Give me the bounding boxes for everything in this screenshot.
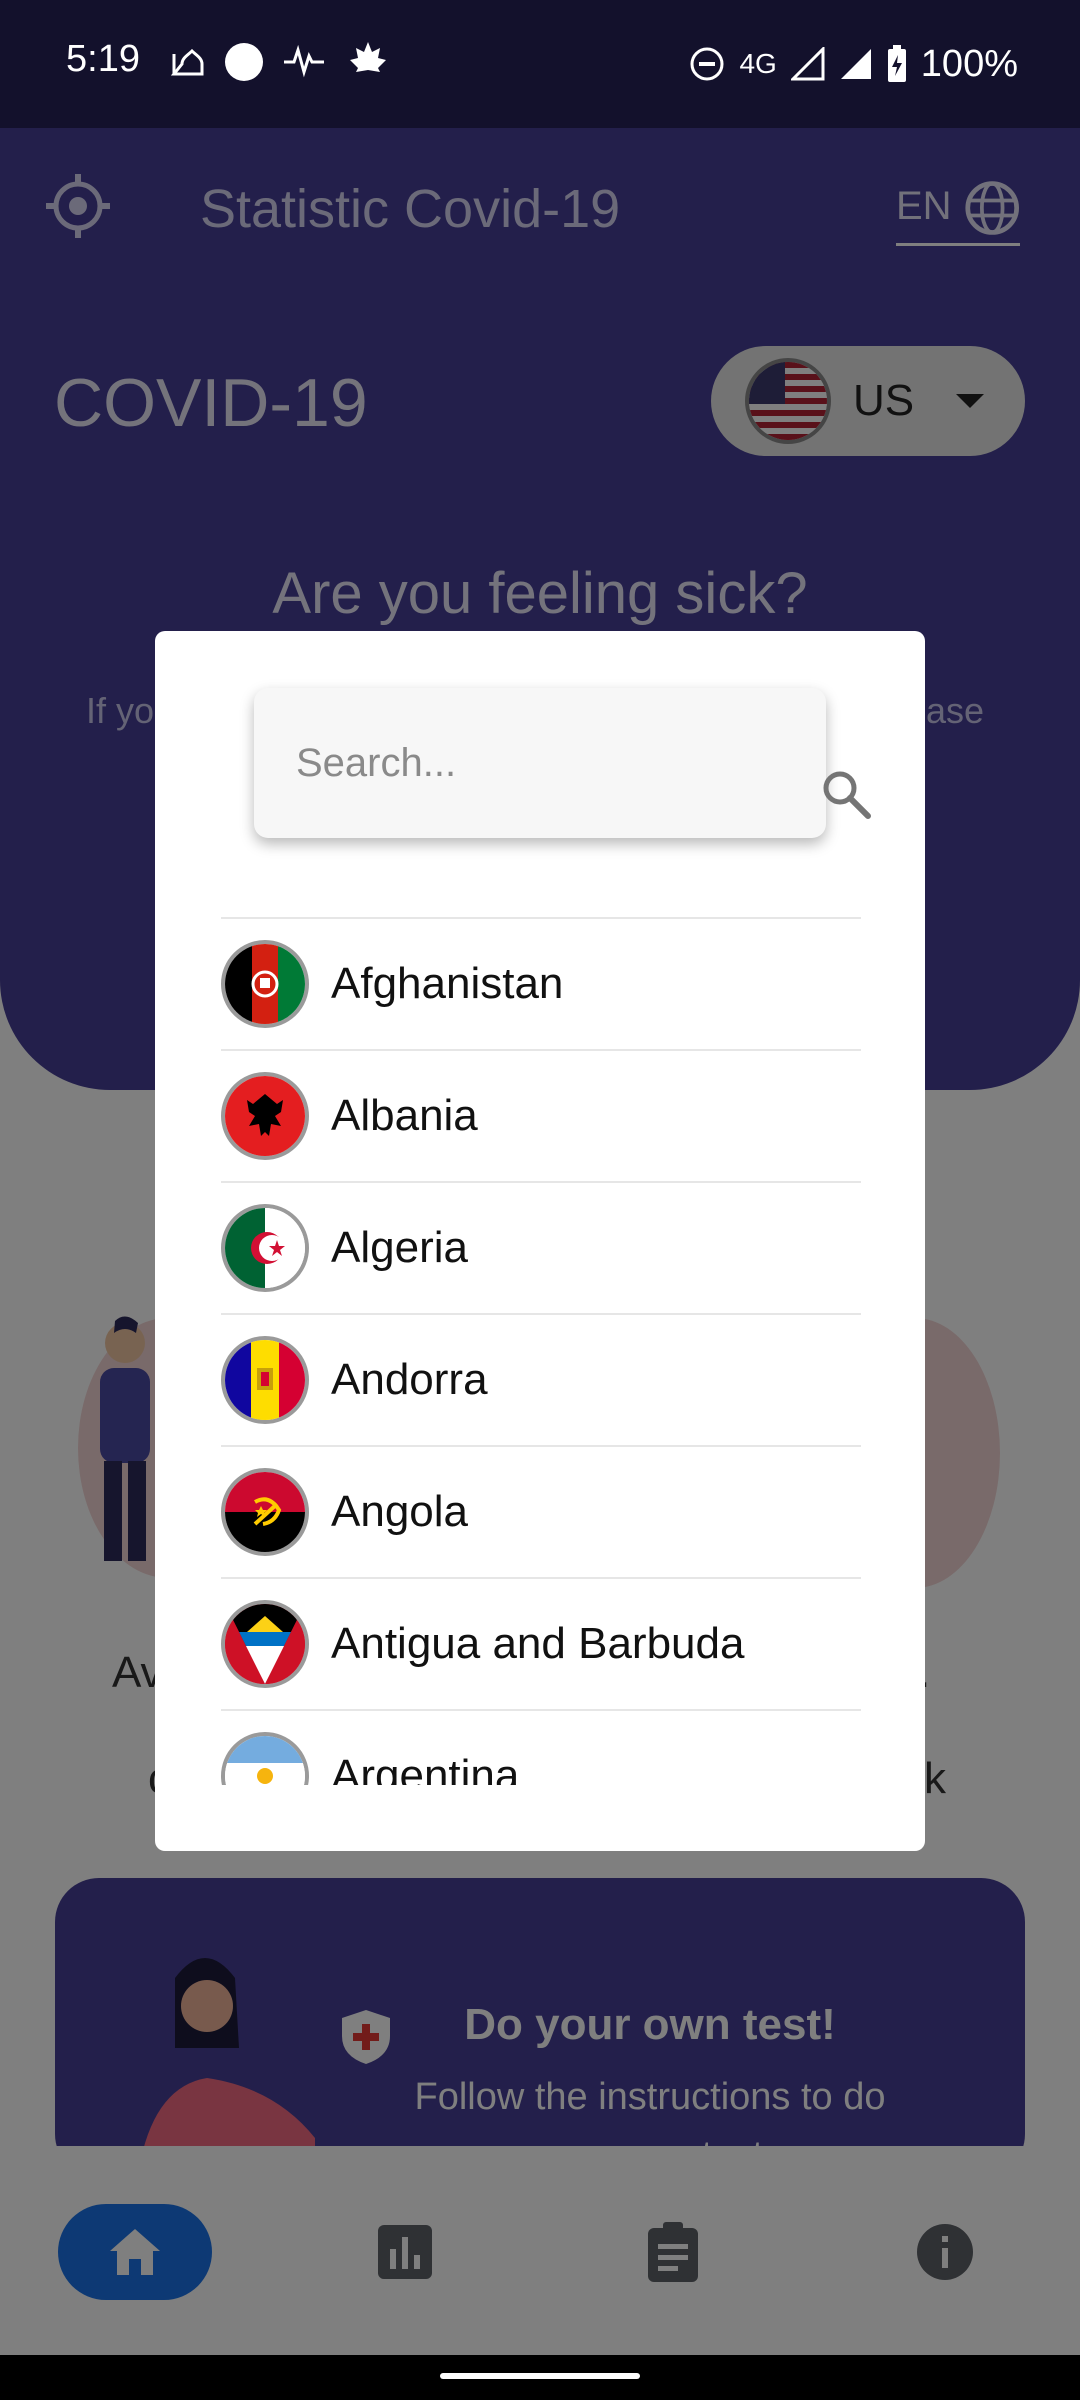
search-box[interactable]: [254, 688, 871, 838]
country-name: Antigua and Barbuda: [331, 1619, 745, 1668]
country-name: Andorra: [331, 1355, 488, 1404]
afghanistan-flag-icon: [221, 940, 309, 1028]
country-picker-dialog: Afghanistan Albania: [155, 631, 925, 1851]
system-navigation-bar: [0, 2355, 1080, 2400]
antigua-and-barbuda-flag-icon: [221, 1600, 309, 1688]
signal-icon: [790, 47, 825, 81]
algeria-flag-icon: [221, 1204, 309, 1292]
country-item-algeria[interactable]: Algeria: [221, 1181, 861, 1313]
do-not-disturb-icon: [690, 47, 724, 81]
country-item-antigua-and-barbuda[interactable]: Antigua and Barbuda: [221, 1577, 861, 1709]
country-name: Angola: [331, 1487, 469, 1536]
home-gesture-bar[interactable]: [440, 2373, 640, 2379]
country-name: Albania: [331, 1091, 478, 1140]
country-list[interactable]: Afghanistan Albania Algeria Andorra Ango…: [221, 917, 861, 1785]
search-input[interactable]: [296, 728, 696, 798]
argentina-flag-icon: [221, 1732, 309, 1785]
country-item-angola[interactable]: Angola: [221, 1445, 861, 1577]
pulse-notification-icon: [284, 44, 324, 78]
country-name: Argentina: [331, 1751, 520, 1785]
signal-icon-2: [840, 49, 871, 79]
angola-flag-icon: [221, 1468, 309, 1556]
search-icon[interactable]: [820, 768, 872, 820]
albania-flag-icon: [221, 1072, 309, 1160]
status-time: 5:19: [66, 38, 140, 80]
battery-icon: [887, 45, 906, 82]
leaf-notification-icon: [350, 42, 386, 78]
country-item-afghanistan[interactable]: Afghanistan: [221, 917, 861, 1049]
andorra-flag-icon: [221, 1336, 309, 1424]
network-type: 4G: [739, 48, 777, 79]
circle-notification-icon: [225, 43, 263, 81]
country-name: Afghanistan: [331, 959, 564, 1008]
country-item-andorra[interactable]: Andorra: [221, 1313, 861, 1445]
country-item-argentina[interactable]: Argentina: [221, 1709, 861, 1785]
battery-percent: 100%: [920, 42, 1018, 85]
mosque-notification-icon: [170, 48, 204, 76]
status-bar: 5:19 4G 100%: [0, 0, 1080, 128]
country-name: Algeria: [331, 1223, 468, 1272]
country-item-albania[interactable]: Albania: [221, 1049, 861, 1181]
